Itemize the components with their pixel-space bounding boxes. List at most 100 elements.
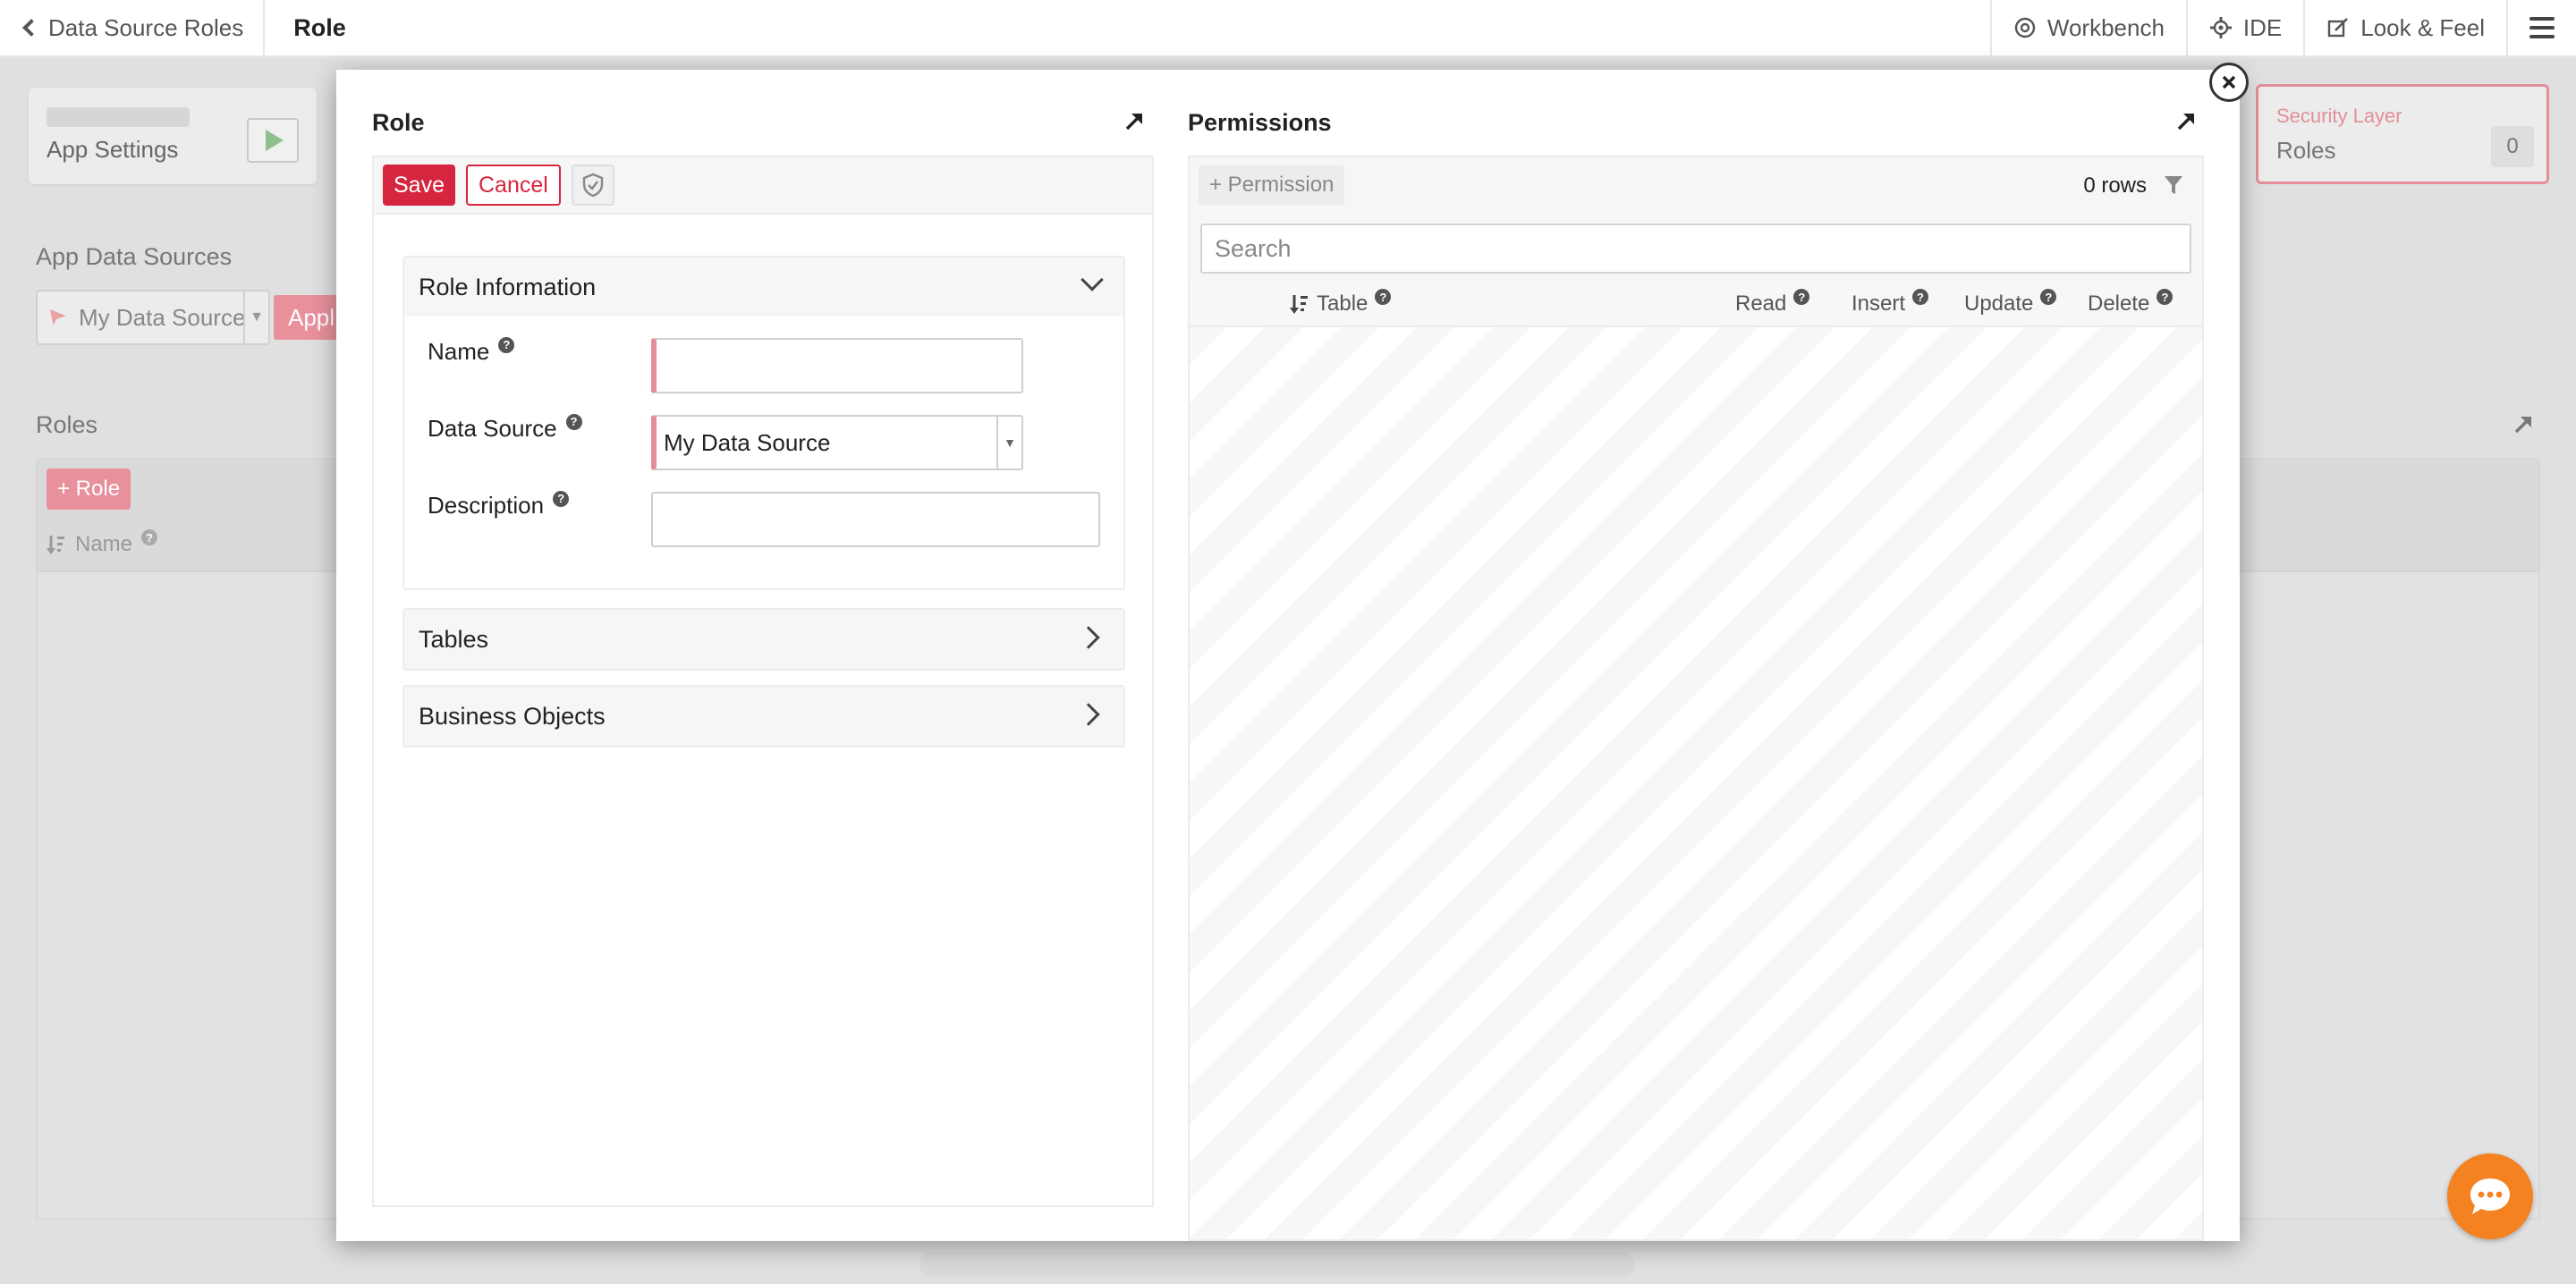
col-table[interactable]: Table ? bbox=[1290, 289, 1392, 317]
apply-button[interactable]: Appl bbox=[274, 295, 345, 340]
cancel-button[interactable]: Cancel bbox=[465, 165, 561, 206]
description-input[interactable] bbox=[651, 492, 1100, 547]
data-source-help-icon[interactable]: ? bbox=[565, 413, 582, 430]
permissions-expand-icon[interactable] bbox=[2175, 111, 2197, 132]
nav-workbench-label: Workbench bbox=[2046, 13, 2165, 41]
col-read[interactable]: Read ? bbox=[1735, 289, 1810, 317]
nav-look-and-feel[interactable]: Look & Feel bbox=[2303, 0, 2506, 56]
nav-ide[interactable]: IDE bbox=[2185, 0, 2303, 56]
top-nav-links: Workbench IDE Look & Feel bbox=[1989, 0, 2576, 56]
name-help-icon[interactable]: ? bbox=[498, 336, 515, 353]
permissions-pane: + Permission 0 rows Table ? Read ? Inser… bbox=[1188, 156, 2204, 1241]
play-icon[interactable] bbox=[247, 118, 299, 163]
filter-icon[interactable] bbox=[2163, 173, 2184, 197]
col-delete[interactable]: Delete ? bbox=[2088, 289, 2174, 317]
save-button[interactable]: Save bbox=[383, 165, 455, 206]
add-role-button[interactable]: + Role bbox=[47, 469, 131, 510]
permissions-pane-title: Permissions bbox=[1188, 109, 1332, 136]
gear-icon bbox=[2209, 16, 2233, 39]
col-delete-label: Delete bbox=[2088, 291, 2150, 316]
description-help-icon[interactable]: ? bbox=[553, 490, 570, 507]
chevron-left-icon bbox=[22, 19, 40, 37]
help-icon: ? bbox=[141, 529, 158, 545]
bottom-scroll-strip bbox=[919, 1252, 1635, 1277]
col-update[interactable]: Update ? bbox=[1964, 289, 2057, 317]
add-permission-button[interactable]: + Permission bbox=[1199, 165, 1345, 205]
role-pane-title: Role bbox=[372, 109, 425, 136]
chevron-right-icon bbox=[1077, 703, 1100, 726]
look-feel-icon bbox=[2326, 16, 2350, 39]
roles-title: Roles bbox=[36, 411, 98, 438]
business-objects-title: Business Objects bbox=[419, 702, 606, 730]
data-source-label: Data Source bbox=[428, 415, 557, 442]
description-label: Description bbox=[428, 492, 545, 519]
roles-count-badge: 0 bbox=[2491, 126, 2534, 167]
col-table-label: Table bbox=[1317, 291, 1368, 316]
sort-icon[interactable] bbox=[1290, 293, 1309, 315]
permissions-table-empty-body bbox=[1190, 327, 2202, 1239]
role-pane: Save Cancel Role Information Name ? Data… bbox=[372, 156, 1154, 1207]
app-settings-card[interactable]: App Settings bbox=[29, 88, 317, 184]
security-layer-value: Roles bbox=[2276, 137, 2336, 164]
workbench-icon bbox=[2013, 16, 2037, 39]
data-source-select[interactable]: My Data Source ▼ bbox=[651, 415, 1023, 470]
caret-down-icon: ▼ bbox=[996, 417, 1021, 469]
data-source-pin-icon bbox=[50, 309, 66, 325]
help-icon: ? bbox=[1793, 289, 1810, 305]
nav-look-feel-label: Look & Feel bbox=[2360, 13, 2485, 41]
role-information-title: Role Information bbox=[419, 273, 597, 300]
security-shield-button[interactable] bbox=[571, 165, 614, 206]
tables-section: Tables bbox=[402, 608, 1125, 671]
business-objects-section: Business Objects bbox=[402, 685, 1125, 748]
help-icon: ? bbox=[1375, 289, 1392, 305]
app-settings-label: App Settings bbox=[47, 136, 179, 163]
col-insert[interactable]: Insert ? bbox=[1852, 289, 1929, 317]
role-information-header[interactable]: Role Information bbox=[404, 258, 1123, 317]
tables-header[interactable]: Tables bbox=[404, 610, 1123, 669]
help-icon: ? bbox=[2157, 289, 2174, 305]
permissions-table-header: Table ? Read ? Insert ? Update ? Delete … bbox=[1190, 283, 2202, 327]
app-data-source-value: My Data Source bbox=[79, 303, 246, 331]
close-icon bbox=[2222, 75, 2236, 89]
role-information-section: Role Information Name ? Data Source ? My… bbox=[402, 256, 1125, 590]
security-layer-title: Security Layer bbox=[2276, 105, 2402, 127]
close-modal-button[interactable] bbox=[2209, 63, 2249, 102]
sort-icon[interactable] bbox=[47, 534, 66, 555]
description-label-row: Description ? bbox=[428, 490, 570, 520]
top-navigation-bar: Data Source Roles Role Workbench IDE Loo… bbox=[0, 0, 2576, 57]
name-label: Name bbox=[428, 338, 490, 365]
role-expand-icon[interactable] bbox=[1123, 111, 1145, 132]
app-data-source-select[interactable]: My Data Source ▼ bbox=[36, 290, 270, 345]
caret-down-icon: ▼ bbox=[243, 291, 268, 343]
breadcrumb-current: Role bbox=[293, 13, 346, 41]
role-modal: Role Permissions Save Cancel Role Inform… bbox=[336, 70, 2240, 1241]
chevron-right-icon bbox=[1077, 626, 1100, 649]
business-objects-header[interactable]: Business Objects bbox=[404, 687, 1123, 746]
back-to-data-source-roles[interactable]: Data Source Roles bbox=[0, 0, 266, 56]
permissions-toolbar: + Permission 0 rows bbox=[1190, 157, 2202, 213]
app-data-sources-title: App Data Sources bbox=[36, 243, 233, 270]
data-source-label-row: Data Source ? bbox=[428, 413, 582, 443]
chevron-down-icon bbox=[1080, 268, 1104, 291]
nav-ide-label: IDE bbox=[2242, 13, 2283, 41]
nav-workbench[interactable]: Workbench bbox=[1989, 0, 2186, 56]
col-update-label: Update bbox=[1964, 291, 2034, 316]
hamburger-menu-icon[interactable] bbox=[2506, 0, 2576, 56]
chat-button[interactable] bbox=[2447, 1153, 2533, 1239]
data-source-select-value: My Data Source bbox=[664, 428, 831, 456]
col-read-label: Read bbox=[1735, 291, 1787, 316]
app-name-placeholder bbox=[47, 107, 190, 127]
roles-col-name: Name bbox=[75, 532, 133, 556]
name-label-row: Name ? bbox=[428, 336, 515, 366]
permissions-search-bar bbox=[1190, 213, 2202, 283]
security-layer-card[interactable]: Security Layer Roles 0 bbox=[2256, 84, 2549, 184]
name-input[interactable] bbox=[651, 338, 1023, 393]
roles-expand-icon[interactable] bbox=[2513, 415, 2533, 435]
tables-title: Tables bbox=[419, 625, 489, 653]
col-insert-label: Insert bbox=[1852, 291, 1906, 316]
permissions-search-input[interactable] bbox=[1200, 224, 2191, 274]
role-toolbar: Save Cancel bbox=[374, 157, 1152, 215]
chat-bubble-icon bbox=[2470, 1178, 2510, 1214]
shield-icon bbox=[582, 173, 604, 198]
breadcrumb-parent-label: Data Source Roles bbox=[48, 13, 244, 41]
